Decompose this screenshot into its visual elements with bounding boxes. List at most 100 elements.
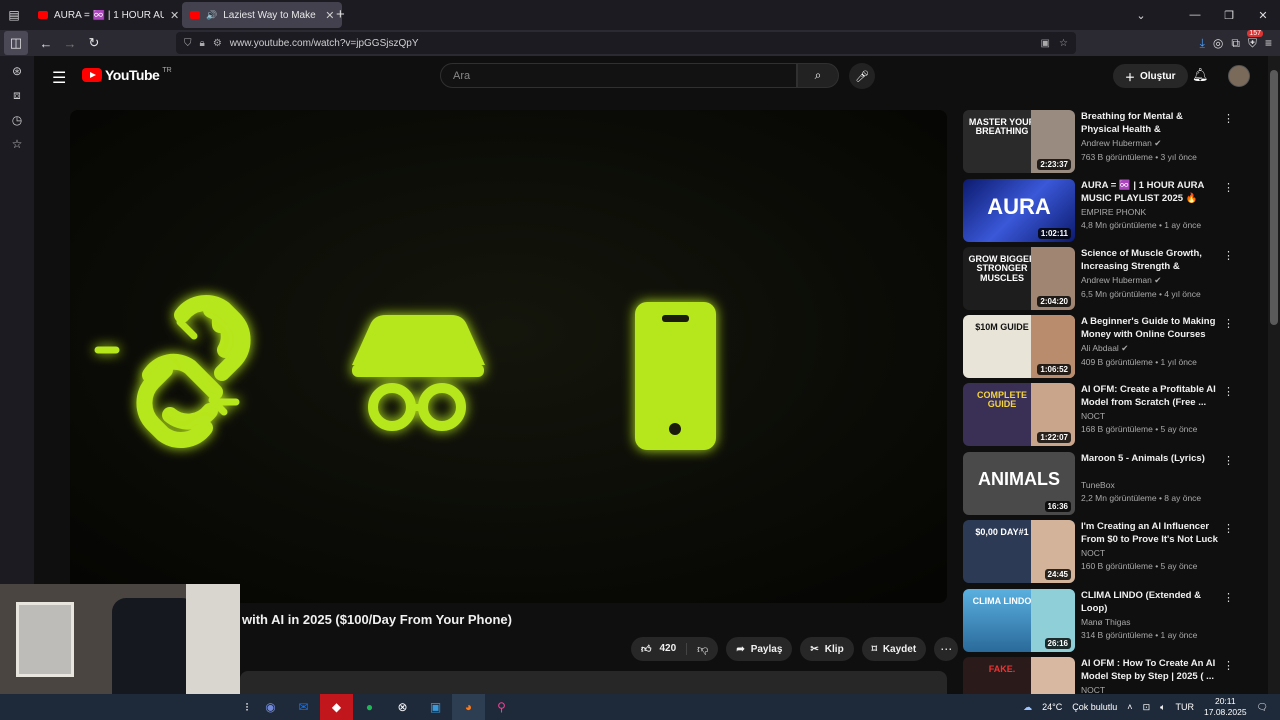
new-tab-icon[interactable]: + <box>336 6 345 23</box>
youtube-logo[interactable]: YouTube TR <box>82 67 172 83</box>
close-tab-icon[interactable]: ✕ <box>170 9 179 22</box>
history-icon[interactable]: ◷ <box>12 113 22 127</box>
clip-button[interactable]: ✂ Klip <box>800 637 854 661</box>
more-options-icon[interactable]: ⋮ <box>1223 454 1234 467</box>
more-options-icon[interactable]: ⋮ <box>1223 522 1234 535</box>
back-icon[interactable]: ← <box>34 31 58 55</box>
channel-name[interactable]: Andrew Huberman <box>1081 138 1152 148</box>
video-thumbnail[interactable]: $0,00 DAY#1 24:45 <box>963 520 1075 583</box>
notifications-bell-icon[interactable]: 🔔︎ <box>1192 67 1209 83</box>
page-scrollbar[interactable] <box>1268 56 1280 694</box>
video-title[interactable]: CLIMA LINDO (Extended & Loop) <box>1081 589 1221 615</box>
video-title[interactable]: A Beginner's Guide to Making Money with … <box>1081 315 1221 341</box>
video-thumbnail[interactable]: CLIMA LINDO 26:16 <box>963 589 1075 652</box>
video-thumbnail[interactable]: ANIMALS 16:36 <box>963 452 1075 515</box>
video-title[interactable]: Breathing for Mental & Physical Health &… <box>1081 110 1221 136</box>
search-icon[interactable]: ⌕ <box>797 63 839 88</box>
channel-name[interactable]: NOCT <box>1081 548 1221 558</box>
weather-desc[interactable]: Çok bulutlu <box>1072 702 1117 712</box>
weather-icon[interactable]: ☁ <box>1023 702 1032 713</box>
video-player[interactable] <box>70 110 947 603</box>
list-item[interactable]: $0,00 DAY#1 24:45 I'm Creating an AI Inf… <box>963 520 1234 584</box>
firefox-icon[interactable]: ◕ <box>452 694 485 720</box>
video-title[interactable]: AI OFM: Create a Profitable AI Model fro… <box>1081 383 1221 409</box>
list-item[interactable]: FAKE. AI OFM : How To Create An AI Model… <box>963 657 1233 694</box>
video-thumbnail[interactable]: COMPLETE GUIDE 1:22:07 <box>963 383 1075 446</box>
list-item[interactable]: GROW BIGGER STRONGER MUSCLES 2:04:20 Sci… <box>963 247 1234 311</box>
close-window-icon[interactable]: ✕ <box>1246 9 1280 22</box>
tracking-shield-icon[interactable]: ⛉ <box>184 38 192 49</box>
list-item[interactable]: $10M GUIDE 1:06:52 A Beginner's Guide to… <box>963 315 1234 379</box>
language-indicator[interactable]: TUR <box>1176 702 1195 712</box>
channel-name[interactable]: TuneBox <box>1081 480 1221 490</box>
app-menu-icon[interactable]: ≡ <box>1265 36 1272 50</box>
ublock-icon[interactable]: ⛨ 157 <box>1247 29 1263 51</box>
forward-icon[interactable]: → <box>58 31 82 55</box>
scrollbar-thumb[interactable] <box>1270 70 1278 325</box>
avatar[interactable] <box>1228 65 1250 87</box>
url-bar[interactable]: ⛉ 🔒︎ ⚙ www.youtube.com/watch?v=jpGGSjszQ… <box>176 32 1076 54</box>
ai-chat-icon[interactable]: ⊛ <box>12 64 22 78</box>
tab-overflow-icon[interactable]: ⌄ <box>1124 9 1158 22</box>
outlook-icon[interactable]: ✉ <box>287 694 320 720</box>
synced-tabs-icon[interactable]: ⧈ <box>13 88 21 103</box>
search-input[interactable]: Ara <box>440 63 797 88</box>
video-title[interactable]: AURA = ♾️ | 1 HOUR AURA MUSIC PLAYLIST 2… <box>1081 179 1221 205</box>
more-options-icon[interactable]: ⋮ <box>1223 317 1234 330</box>
tray-chevron-icon[interactable]: ˄ <box>1127 702 1132 712</box>
video-thumbnail[interactable]: MASTER YOUR BREATHING 2:23:37 <box>963 110 1075 173</box>
channel-name[interactable]: EMPIRE PHONK <box>1081 207 1221 217</box>
create-button[interactable]: ＋ Oluştur <box>1113 64 1188 88</box>
minimize-icon[interactable]: — <box>1178 9 1212 21</box>
more-options-icon[interactable]: ⋮ <box>1223 385 1234 398</box>
lock-icon[interactable]: 🔒︎ <box>200 38 205 49</box>
more-options-icon[interactable]: ⋮ <box>1223 659 1233 672</box>
channel-name[interactable]: Andrew Huberman <box>1081 275 1152 285</box>
list-item[interactable]: MASTER YOUR BREATHING 2:23:37 Breathing … <box>963 110 1234 174</box>
sidebar-toggle-icon[interactable]: ◫ <box>4 31 28 55</box>
close-tab-icon[interactable]: ✕ <box>325 9 334 22</box>
reload-icon[interactable]: ↻ <box>82 31 106 55</box>
extensions-icon[interactable]: ⧉ <box>1231 36 1240 51</box>
downloads-icon[interactable]: ⤓ <box>1200 36 1205 51</box>
channel-name[interactable]: NOCT <box>1081 411 1221 421</box>
list-item[interactable]: CLIMA LINDO 26:16 CLIMA LINDO (Extended … <box>963 589 1234 653</box>
save-button[interactable]: ⌑ Kaydet <box>861 637 927 661</box>
channel-name[interactable]: Manø Thigas <box>1081 617 1221 627</box>
video-title[interactable]: I'm Creating an AI Influencer From $0 to… <box>1081 520 1221 546</box>
app-red-icon[interactable]: ◆ <box>320 694 353 720</box>
video-thumbnail[interactable]: GROW BIGGER STRONGER MUSCLES 2:04:20 <box>963 247 1075 310</box>
reader-view-icon[interactable]: ▣ <box>1041 38 1050 49</box>
share-button[interactable]: ➦ Paylaş <box>726 637 793 661</box>
channel-name[interactable]: NOCT <box>1081 685 1221 694</box>
app-blue-icon[interactable]: ▣ <box>419 694 452 720</box>
restore-icon[interactable]: ❐ <box>1212 9 1246 22</box>
volume-icon[interactable]: 🔈︎ <box>1160 702 1165 713</box>
app-pink-icon[interactable]: ⚲ <box>485 694 518 720</box>
more-options-icon[interactable]: ⋮ <box>1223 181 1234 194</box>
tab-list-icon[interactable]: ▤ <box>0 0 28 30</box>
notification-center-icon[interactable]: 🗨︎ <box>1257 702 1268 713</box>
video-title[interactable]: Maroon 5 - Animals (Lyrics) <box>1081 452 1221 478</box>
more-options-icon[interactable]: ⋮ <box>1223 112 1234 125</box>
tab-aura[interactable]: AURA = ♾️ | 1 HOUR AURA MUSIC PLAYLIST 2… <box>30 2 187 28</box>
dislike-icon[interactable]: 👎︎ <box>687 643 718 656</box>
more-actions-icon[interactable]: ⋯ <box>934 637 959 661</box>
clock[interactable]: 20:11 17.08.2025 <box>1204 696 1247 718</box>
video-thumbnail[interactable]: FAKE. <box>963 657 1075 694</box>
video-title[interactable]: Science of Muscle Growth, Increasing Str… <box>1081 247 1221 273</box>
video-title[interactable]: AI OFM : How To Create An AI Model Step … <box>1081 657 1221 683</box>
more-options-icon[interactable]: ⋮ <box>1223 249 1234 262</box>
hamburger-menu-icon[interactable]: ☰ <box>52 68 66 88</box>
account-icon[interactable]: ◎ <box>1213 36 1223 50</box>
url-text[interactable]: www.youtube.com/watch?v=jpGGSjszQpY <box>230 38 419 49</box>
tab-laziest-way[interactable]: 🔊 Laziest Way to Make Money Online ✕ <box>182 2 343 28</box>
bookmarks-icon[interactable]: ☆ <box>12 137 23 151</box>
speaker-icon[interactable]: 🔊 <box>206 10 217 21</box>
more-options-icon[interactable]: ⋮ <box>1223 591 1234 604</box>
video-thumbnail[interactable]: $10M GUIDE 1:06:52 <box>963 315 1075 378</box>
spotify-icon[interactable]: ● <box>353 694 386 720</box>
list-item[interactable]: ANIMALS 16:36 Maroon 5 - Animals (Lyrics… <box>963 452 1234 516</box>
steam-icon[interactable]: ⊗ <box>386 694 419 720</box>
like-button[interactable]: 👍︎ 420 <box>631 643 688 655</box>
